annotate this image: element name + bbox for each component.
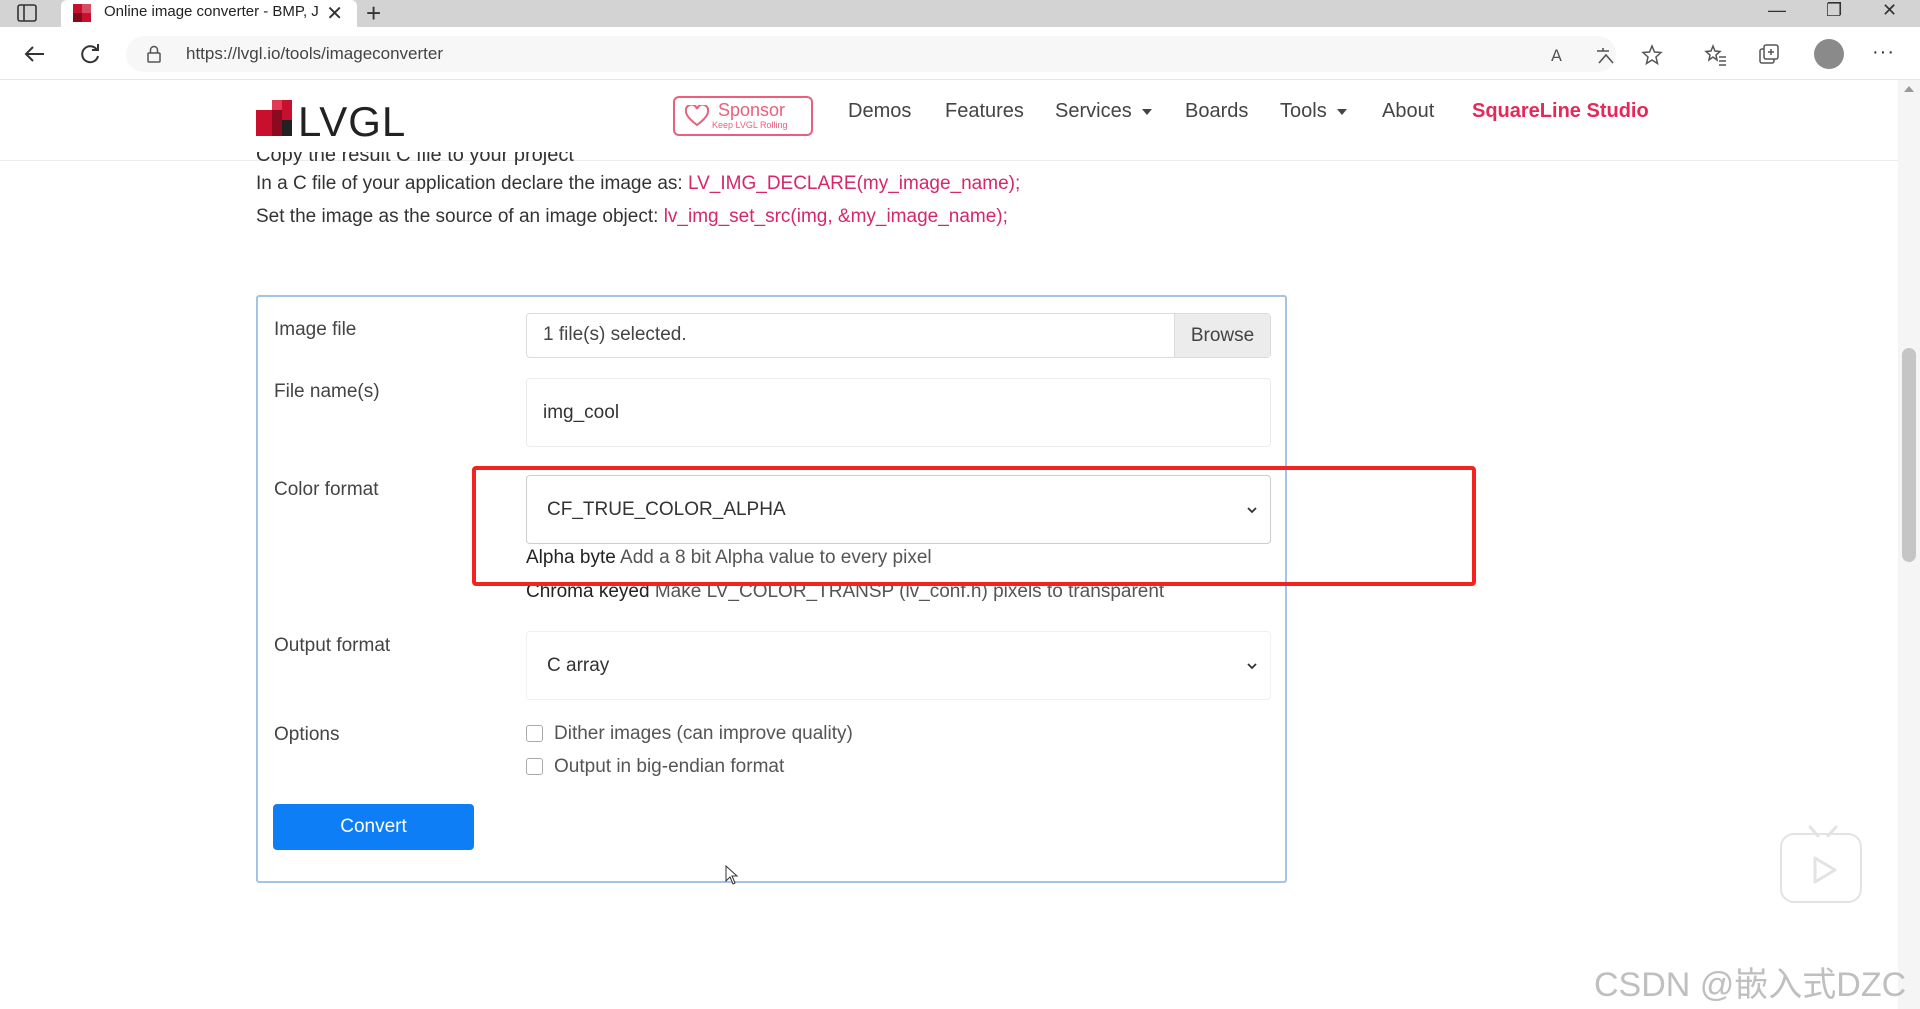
nav-about[interactable]: About: [1382, 100, 1434, 123]
nav-squareline-studio[interactable]: SquareLine Studio: [1472, 100, 1649, 123]
more-menu-icon[interactable]: ···: [1872, 41, 1895, 64]
file-name-value: img_cool: [543, 402, 620, 423]
file-name-input[interactable]: img_cool: [526, 378, 1271, 447]
url-text[interactable]: https://lvgl.io/tools/imageconverter: [186, 44, 443, 64]
image-file-label: Image file: [274, 319, 357, 340]
heart-icon: [685, 105, 709, 127]
lock-icon[interactable]: [146, 45, 162, 63]
output-format-select[interactable]: C array: [526, 631, 1271, 700]
collections-icon[interactable]: [1757, 43, 1781, 67]
play-icon: [1813, 856, 1837, 884]
back-arrow-icon[interactable]: [20, 39, 50, 69]
caret-down-icon: [1336, 108, 1347, 115]
mouse-cursor-icon: [725, 865, 739, 885]
site-navbar: LVGL Sponsor Keep LVGL Rolling Demos Fea…: [0, 80, 1898, 161]
close-tab-icon[interactable]: ✕: [326, 1, 343, 26]
sponsor-label: Sponsor: [718, 100, 786, 120]
browser-tab[interactable]: Online image converter - BMP, JPG or PNG…: [61, 0, 357, 27]
read-aloud-icon[interactable]: A: [1548, 43, 1572, 67]
big-endian-checkbox[interactable]: [526, 758, 543, 775]
instruction-declare-text: In a C file of your application declare …: [256, 173, 688, 194]
address-bar-row: https://lvgl.io/tools/imageconverter A ·…: [0, 27, 1920, 80]
nav-boards[interactable]: Boards: [1185, 100, 1248, 123]
url-field[interactable]: https://lvgl.io/tools/imageconverter: [126, 36, 1616, 72]
nav-services[interactable]: Services: [1055, 100, 1152, 123]
instruction-set-src-line: Set the image as the source of an image …: [256, 206, 1008, 228]
highlight-annotation: [472, 466, 1476, 586]
image-file-input[interactable]: 1 file(s) selected. Browse: [526, 313, 1271, 358]
browser-tab-bar: Online image converter - BMP, JPG or PNG…: [0, 0, 1920, 29]
csdn-watermark: CSDN @嵌入式DZC: [1594, 966, 1907, 1004]
profile-avatar[interactable]: [1814, 39, 1844, 69]
nav-services-label: Services: [1055, 100, 1132, 122]
sidebar-toggle-icon[interactable]: [16, 3, 38, 23]
scroll-up-icon[interactable]: [1904, 86, 1914, 92]
converter-form: Image file 1 file(s) selected. Browse Fi…: [256, 295, 1287, 883]
scrollbar-thumb[interactable]: [1902, 348, 1916, 562]
translate-icon[interactable]: [1594, 43, 1618, 67]
restore-button[interactable]: ❐: [1826, 0, 1842, 21]
video-play-overlay[interactable]: [1780, 825, 1862, 903]
convert-button[interactable]: Convert: [273, 804, 474, 850]
sponsor-sublabel: Keep LVGL Rolling: [712, 120, 788, 130]
nav-demos[interactable]: Demos: [848, 100, 911, 123]
declare-code: LV_IMG_DECLARE(my_image_name);: [687, 173, 1021, 194]
nav-features[interactable]: Features: [945, 100, 1024, 123]
color-format-label: Color format: [274, 479, 379, 500]
new-tab-button[interactable]: +: [366, 0, 381, 29]
output-format-label: Output format: [274, 635, 391, 656]
options-label: Options: [274, 724, 340, 745]
chevron-down-icon: [1247, 663, 1257, 670]
close-window-button[interactable]: ✕: [1882, 0, 1897, 21]
lvgl-favicon-icon: [73, 4, 91, 22]
lvgl-logo-text: LVGL: [298, 98, 407, 145]
sponsor-button[interactable]: Sponsor Keep LVGL Rolling: [673, 96, 813, 136]
caret-down-icon: [1141, 108, 1152, 115]
instruction-set-src-text: Set the image as the source of an image …: [256, 206, 664, 227]
instruction-declare-line: In a C file of your application declare …: [256, 173, 1020, 195]
favorite-add-icon[interactable]: [1640, 43, 1664, 67]
nav-tools-label: Tools: [1280, 100, 1327, 122]
big-endian-label[interactable]: Output in big-endian format: [554, 756, 784, 778]
set-src-code: lv_img_set_src(img, &my_image_name);: [663, 206, 1008, 227]
file-name-label: File name(s): [274, 381, 380, 402]
page-scrollbar[interactable]: [1898, 80, 1920, 1009]
lvgl-logo-mark-icon: [256, 100, 292, 136]
dither-checkbox[interactable]: [526, 725, 543, 742]
minimize-button[interactable]: —: [1768, 0, 1786, 21]
svg-text:A: A: [1551, 46, 1562, 65]
output-format-value: C array: [547, 655, 610, 676]
tab-title: Online image converter - BMP, JPG or PNG…: [104, 3, 319, 20]
refresh-icon[interactable]: [75, 39, 105, 69]
tv-antenna-icon: [1808, 825, 1838, 837]
nav-tools[interactable]: Tools: [1280, 100, 1347, 123]
favorites-icon[interactable]: [1704, 43, 1728, 67]
dither-label[interactable]: Dither images (can improve quality): [554, 723, 853, 745]
browse-button[interactable]: Browse: [1174, 314, 1270, 357]
image-file-value: 1 file(s) selected.: [543, 324, 687, 345]
